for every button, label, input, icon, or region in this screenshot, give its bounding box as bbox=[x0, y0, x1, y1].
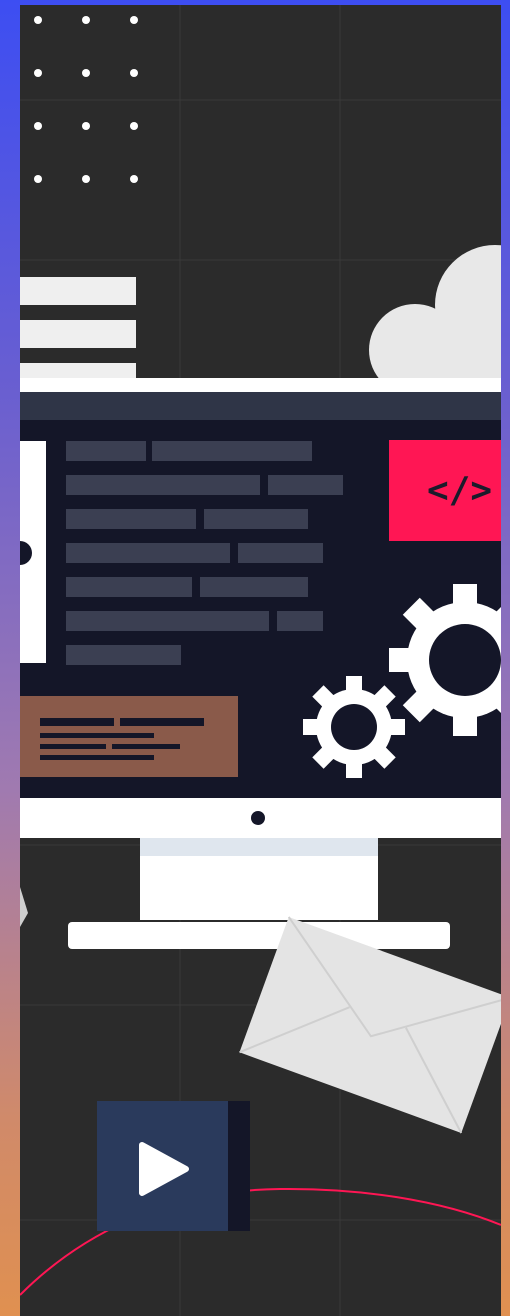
image-panel bbox=[20, 441, 46, 663]
illustration-art bbox=[20, 5, 501, 1316]
cloud-icon bbox=[369, 245, 501, 396]
illustration-canvas: </> bbox=[20, 5, 501, 1316]
menu-bars bbox=[20, 277, 136, 383]
code-tag-icon: </> bbox=[389, 440, 501, 541]
envelope-icon bbox=[239, 916, 501, 1134]
play-button-graphic bbox=[97, 1101, 250, 1231]
gear-icon-small bbox=[303, 676, 405, 778]
paper-shard bbox=[20, 887, 28, 927]
accent-arc bbox=[20, 1187, 501, 1296]
note-card bbox=[20, 696, 238, 777]
